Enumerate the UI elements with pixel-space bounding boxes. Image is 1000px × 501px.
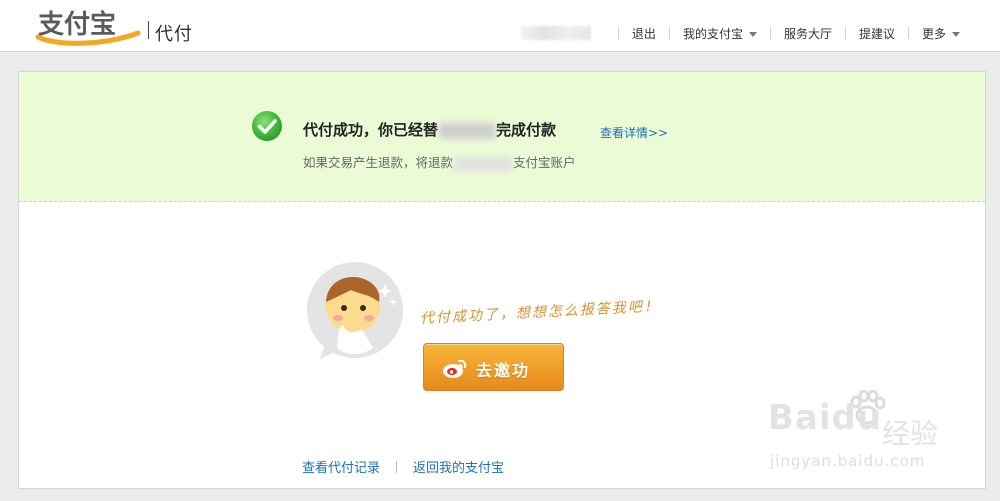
success-banner: 代付成功，你已经替 完成付款 查看详情>> 如果交易产生退款，将退款 支付宝账户 [19, 72, 985, 202]
weibo-icon [443, 359, 467, 378]
success-check-icon [252, 111, 282, 141]
more-menu[interactable]: 更多 [922, 25, 960, 42]
view-details-link[interactable]: 查看详情>> [600, 124, 668, 141]
success-title-end: 完成付款 [496, 121, 557, 139]
success-title: 代付成功，你已经替 完成付款 [303, 119, 556, 140]
refund-note-start: 如果交易产生退款，将退款 [303, 155, 454, 170]
link-divider [396, 460, 398, 473]
more-label: 更多 [921, 26, 946, 41]
alipay-logo[interactable]: 支付宝 [34, 6, 142, 46]
my-alipay-menu[interactable]: 我的支付宝 [683, 25, 757, 42]
weibo-share-button[interactable]: 去邀功 [423, 343, 564, 391]
watermark-brand-cn: 经验 [882, 417, 939, 450]
nav-divider [907, 27, 909, 39]
success-title-start: 代付成功，你已经替 [303, 121, 439, 139]
baidu-jingyan-watermark: Baidu 经验 jingyan.baidu.com [764, 390, 964, 474]
product-name: 代付 [155, 24, 193, 45]
my-alipay-label: 我的支付宝 [682, 26, 743, 41]
top-header: 支付宝 代付 退出 我的支付宝 服务大厅 提建议 更多 [0, 0, 1000, 52]
feedback-link[interactable]: 提建议 [859, 25, 895, 42]
masked-friend-name [439, 122, 496, 139]
nav-divider [769, 27, 771, 39]
chevron-down-icon [748, 31, 757, 37]
top-navigation: 退出 我的支付宝 服务大厅 提建议 更多 [520, 24, 960, 42]
nav-divider [844, 27, 846, 39]
service-hall-link[interactable]: 服务大厅 [784, 25, 832, 42]
nav-divider [617, 27, 619, 39]
thanks-message: 代付成功了，想想怎么报答我吧！ [419, 298, 661, 327]
masked-username [520, 26, 591, 40]
masked-account [454, 156, 513, 171]
weibo-button-label: 去邀功 [476, 361, 531, 380]
footer-links: 查看代付记录 返回我的支付宝 [302, 457, 504, 476]
refund-note: 如果交易产生退款，将退款 支付宝账户 [303, 152, 576, 171]
logo-divider [148, 21, 149, 39]
back-to-alipay-link[interactable]: 返回我的支付宝 [413, 457, 504, 476]
svg-text:支付宝: 支付宝 [38, 9, 116, 40]
refund-note-end: 支付宝账户 [513, 155, 576, 170]
watermark-brand: Baidu [768, 398, 883, 438]
chevron-down-icon [952, 31, 960, 37]
watermark-url: jingyan.baidu.com [770, 452, 926, 470]
payment-history-link[interactable]: 查看代付记录 [302, 457, 380, 476]
nav-divider [668, 27, 670, 39]
mascot-illustration [307, 262, 403, 360]
logout-link[interactable]: 退出 [632, 25, 656, 42]
